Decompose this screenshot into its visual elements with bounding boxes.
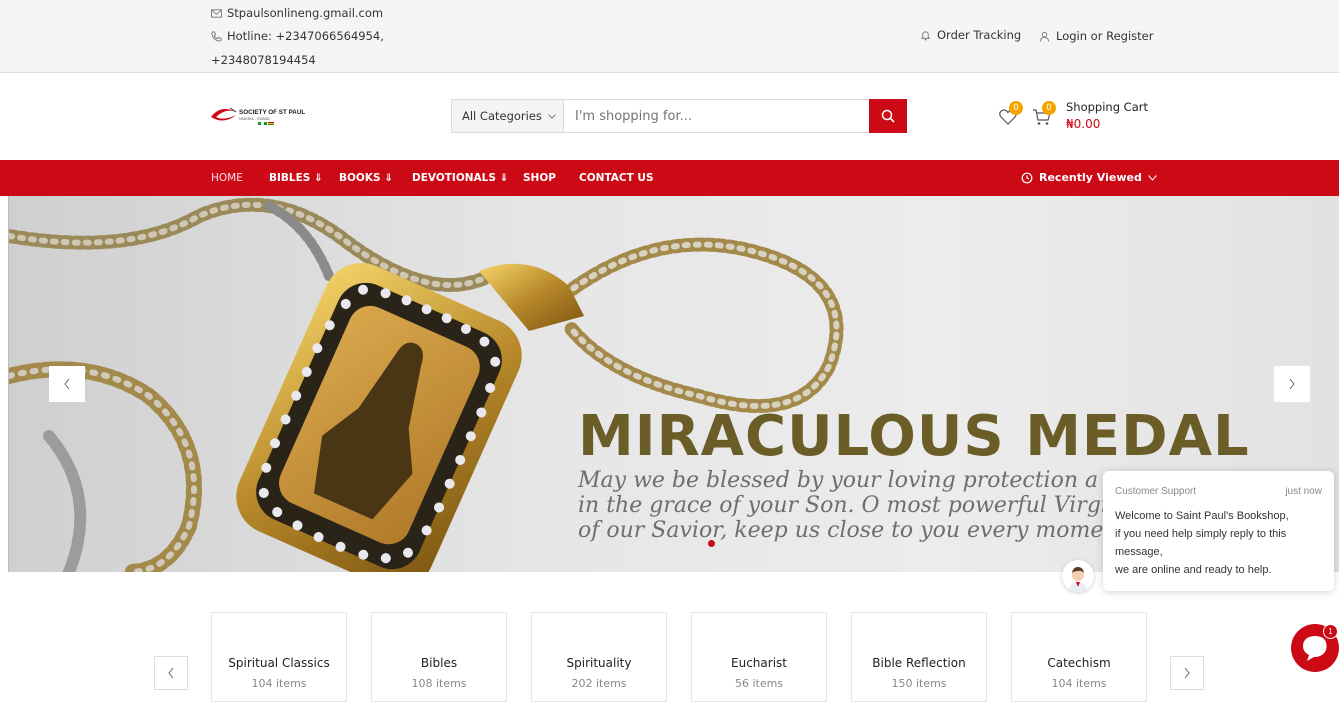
category-count: 150 items	[891, 677, 947, 690]
category-name: Eucharist	[731, 656, 787, 670]
category-count: 202 items	[571, 677, 627, 690]
main-nav: HOME BIBLES ⇓ BOOKS ⇓ DEVOTIONALS ⇓ SHOP…	[0, 160, 1339, 196]
nav-devotionals[interactable]: DEVOTIONALS ⇓	[412, 172, 508, 184]
chevron-down-icon	[1147, 174, 1157, 181]
hero-title: MIRACULOUS MEDAL	[578, 404, 1250, 469]
chevron-left-icon	[168, 667, 174, 679]
category-count: 56 items	[734, 677, 784, 690]
category-card-bibles[interactable]: Bibles 108 items	[371, 612, 507, 702]
nav-contact[interactable]: CONTACT US	[579, 172, 654, 184]
category-name: Spiritual Classics	[228, 656, 330, 670]
chat-line-1: Welcome to Saint Paul's Bookshop,	[1115, 510, 1289, 522]
hotline-info-2: +2348078194454	[211, 53, 316, 67]
hotline-info: Hotline: +2347066564954,	[211, 29, 384, 43]
nav-books[interactable]: BOOKS ⇓	[339, 172, 393, 184]
cart-label[interactable]: Shopping Cart	[1066, 100, 1148, 114]
category-select-value: All Categories	[462, 109, 542, 123]
chat-line-3: message,	[1115, 546, 1163, 558]
categories-next-button[interactable]	[1170, 656, 1204, 690]
category-card-eucharist[interactable]: Eucharist 56 items	[691, 612, 827, 702]
hero-line-1: May we be blessed by your loving protect…	[578, 468, 1099, 493]
hotline-text-2: +2348078194454	[211, 53, 316, 67]
bell-icon	[920, 30, 931, 41]
recently-viewed-dropdown[interactable]: Recently Viewed	[1021, 171, 1157, 184]
cart-count-badge: 0	[1042, 101, 1056, 115]
chevron-left-icon	[64, 378, 70, 390]
support-agent-avatar	[1062, 560, 1094, 592]
chevron-right-icon	[1289, 378, 1295, 390]
category-select[interactable]: All Categories	[451, 99, 564, 133]
chevron-down-icon	[548, 113, 556, 119]
chat-line-2: if you need help simply reply to this	[1115, 528, 1287, 540]
category-name: Catechism	[1047, 656, 1111, 670]
hero-line-3: of our Savior, keep us close to you ever…	[578, 518, 1104, 543]
email-text[interactable]: Stpaulsonlineng.gmail.com	[227, 6, 383, 20]
category-card-catechism[interactable]: Catechism 104 items	[1011, 612, 1147, 702]
slider-dot-active[interactable]	[708, 540, 715, 547]
category-card-bible-reflection[interactable]: Bible Reflection 150 items	[851, 612, 987, 702]
mail-icon	[211, 8, 222, 18]
chat-unread-badge: 1	[1323, 624, 1338, 639]
nav-shop[interactable]: SHOP	[523, 172, 556, 184]
cart-total: ₦0.00	[1066, 117, 1101, 131]
category-name: Bibles	[420, 656, 458, 670]
site-header: SOCIETY OF ST PAUL NIGERIA - GHANA All C…	[0, 73, 1339, 160]
category-card-spirituality[interactable]: Spirituality 202 items	[531, 612, 667, 702]
svg-text:NIGERIA - GHANA: NIGERIA - GHANA	[239, 117, 270, 121]
category-count: 104 items	[1051, 677, 1107, 690]
history-icon	[1021, 172, 1033, 183]
phone-icon	[211, 30, 222, 42]
hero-line-2: in the grace of your Son. O most powerfu…	[578, 493, 1108, 518]
search-input[interactable]	[564, 99, 869, 133]
login-link[interactable]: Login or Register	[1039, 29, 1153, 43]
search-bar: All Categories	[451, 99, 907, 133]
email-info: Stpaulsonlineng.gmail.com	[211, 6, 383, 20]
chat-time: just now	[1285, 486, 1322, 497]
slider-prev-button[interactable]	[49, 366, 85, 402]
chat-header: Customer Support	[1115, 486, 1197, 497]
search-icon	[881, 109, 895, 123]
recently-viewed-label: Recently Viewed	[1039, 171, 1142, 184]
agent-avatar-icon	[1069, 567, 1087, 592]
category-name: Bible Reflection	[872, 656, 966, 670]
chat-line-4: we are online and ready to help.	[1115, 564, 1272, 576]
order-tracking-label[interactable]: Order Tracking	[937, 28, 1021, 42]
site-logo[interactable]: SOCIETY OF ST PAUL NIGERIA - GHANA	[210, 103, 320, 129]
search-button[interactable]	[869, 99, 907, 133]
nav-bibles[interactable]: BIBLES ⇓	[269, 172, 323, 184]
category-name: Spirituality	[566, 656, 632, 670]
login-label[interactable]: Login or Register	[1056, 29, 1153, 43]
wishlist-count-badge: 0	[1009, 101, 1023, 115]
top-bar: Stpaulsonlineng.gmail.com Hotline: +2347…	[0, 0, 1339, 73]
nav-home[interactable]: HOME	[211, 172, 243, 184]
categories-prev-button[interactable]	[154, 656, 188, 690]
category-count: 104 items	[251, 677, 307, 690]
category-count: 108 items	[411, 677, 467, 690]
svg-text:SOCIETY OF ST PAUL: SOCIETY OF ST PAUL	[239, 109, 305, 116]
slider-next-button[interactable]	[1274, 366, 1310, 402]
category-card-spiritual-classics[interactable]: Spiritual Classics 104 items	[211, 612, 347, 702]
order-tracking-link[interactable]: Order Tracking	[920, 28, 1021, 42]
chat-message-popup[interactable]: Customer Support just now Welcome to Sai…	[1103, 471, 1334, 591]
user-icon	[1039, 31, 1050, 42]
hotline-text: Hotline: +2347066564954,	[227, 29, 384, 43]
chevron-right-icon	[1184, 667, 1190, 679]
